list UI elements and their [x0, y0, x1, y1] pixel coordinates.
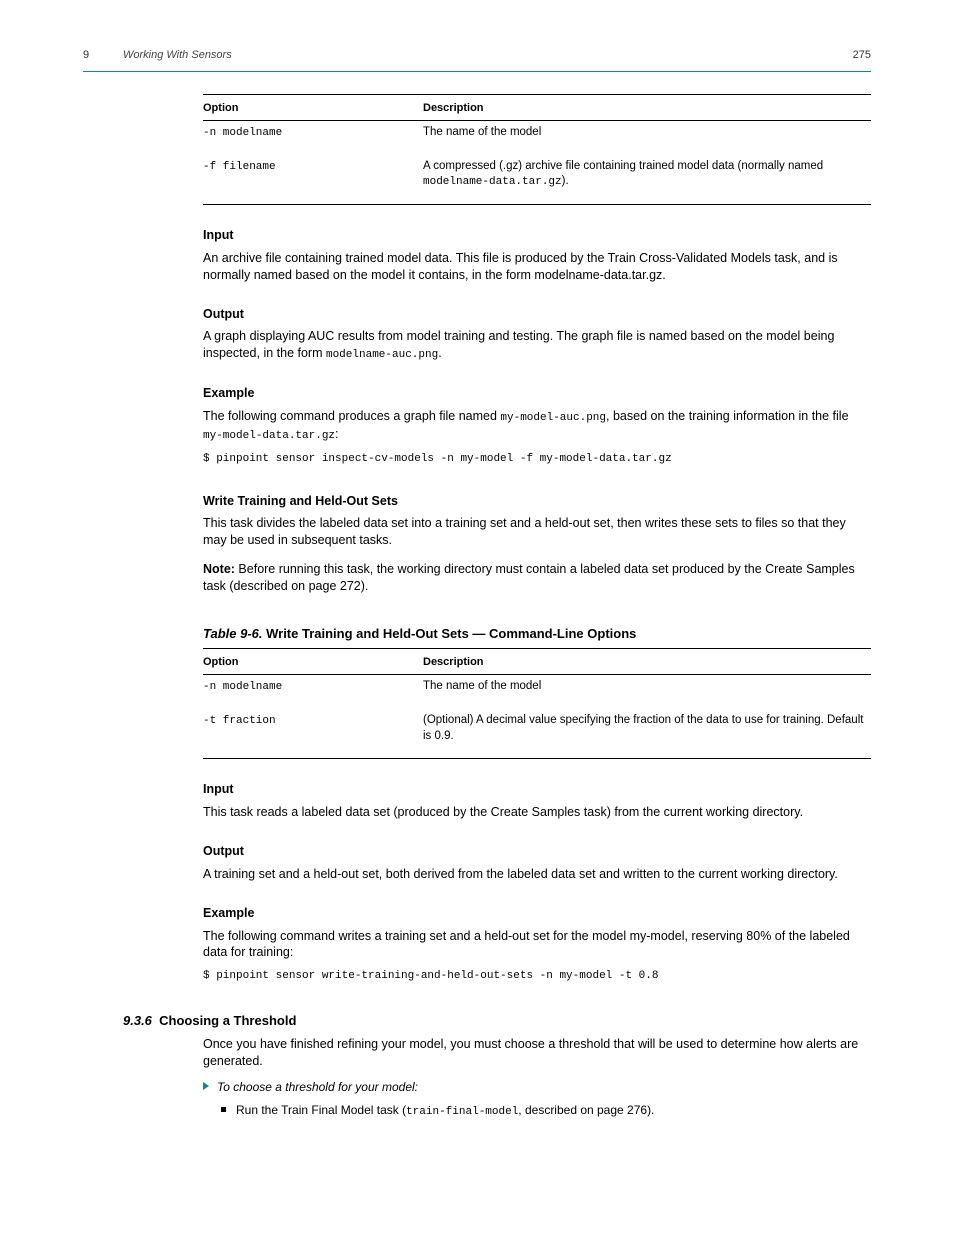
para-output-2: A training set and a held-out set, both …	[203, 866, 871, 883]
table1-row1-opt: -n modelname	[203, 127, 282, 139]
code-example-1: $ pinpoint sensor inspect-cv-models -n m…	[203, 452, 871, 467]
header-chapter: 9	[83, 48, 123, 63]
code-example-2: $ pinpoint sensor write-training-and-hel…	[203, 969, 871, 984]
table1-row1-desc: The name of the model	[423, 125, 871, 141]
para-example-2: The following command writes a training …	[203, 928, 871, 962]
heading-output-2: Output	[203, 843, 871, 860]
table2-col2-head: Description	[423, 655, 871, 670]
heading-9-3-6: 9.3.6 Choosing a Threshold	[123, 1012, 871, 1030]
note-write-sets: Note: Before running this task, the work…	[203, 561, 871, 595]
table2-col1-head: Option	[203, 655, 423, 670]
table2-row1-opt: -n modelname	[203, 681, 282, 693]
heading-example-2: Example	[203, 905, 871, 922]
table2-row1-desc: The name of the model	[423, 679, 871, 695]
table2-row1: -n modelname The name of the model	[203, 675, 871, 709]
heading-write-sets: Write Training and Held-Out Sets	[203, 493, 871, 510]
table2-row2-opt: -t fraction	[203, 715, 276, 727]
table1-col2-head: Description	[423, 101, 871, 116]
heading-input-1: Input	[203, 227, 871, 244]
heading-output-1: Output	[203, 306, 871, 323]
procedure-line: To choose a threshold for your model:	[203, 1079, 871, 1095]
table2-caption: Table 9-6. Write Training and Held-Out S…	[203, 625, 871, 643]
header-page: 275	[853, 48, 871, 63]
procedure-arrow-icon	[203, 1082, 209, 1090]
para-936-body: Once you have finished refining your mod…	[203, 1036, 871, 1070]
table2-row2: -t fraction (Optional) A decimal value s…	[203, 709, 871, 758]
table2-header-row: Option Description	[203, 649, 871, 674]
heading-example-1: Example	[203, 385, 871, 402]
table1-row1: -n modelname The name of the model	[203, 121, 871, 155]
table1-header-row: Option Description	[203, 95, 871, 120]
para-input-1: An archive file containing trained model…	[203, 250, 871, 284]
bullet-square-icon	[221, 1107, 226, 1112]
table1-bottom-rule	[203, 204, 871, 205]
table1-row2: -f filename A compressed (.gz) archive f…	[203, 155, 871, 204]
para-input-2: This task reads a labeled data set (prod…	[203, 804, 871, 821]
header-rule	[83, 71, 871, 72]
para-write-sets: This task divides the labeled data set i…	[203, 515, 871, 549]
para-example-1: The following command produces a graph f…	[203, 408, 871, 444]
table2-row2-desc: (Optional) A decimal value specifying th…	[423, 713, 871, 744]
table1-row2-opt: -f filename	[203, 161, 276, 173]
table1-row2-desc: A compressed (.gz) archive file containi…	[423, 159, 871, 190]
running-header: 9 Working With Sensors 275	[83, 48, 871, 63]
para-output-1: A graph displaying AUC results from mode…	[203, 328, 871, 363]
heading-input-2: Input	[203, 781, 871, 798]
table1-col1-head: Option	[203, 101, 423, 116]
table2-bottom-rule	[203, 758, 871, 759]
header-title: Working With Sensors	[123, 48, 853, 63]
procedure-bullet-1: Run the Train Final Model task (train-fi…	[203, 1102, 871, 1120]
